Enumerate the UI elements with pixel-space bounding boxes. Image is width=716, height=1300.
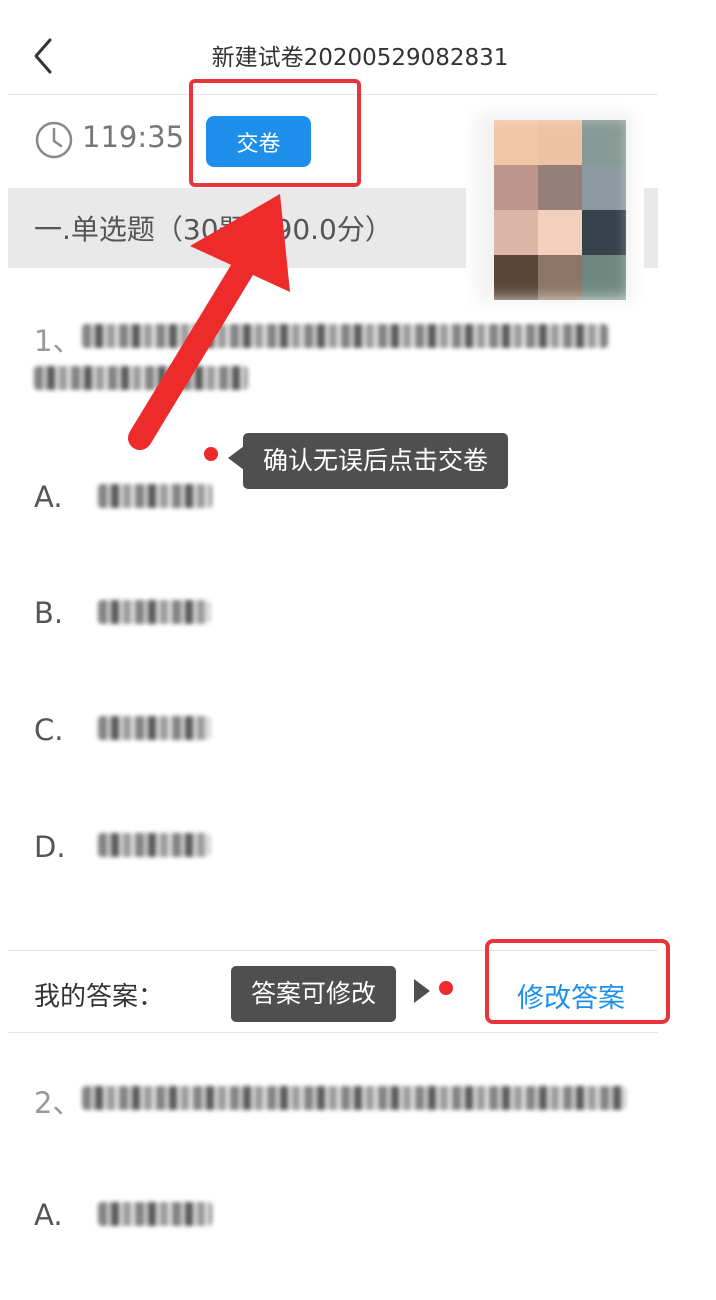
option-b-text-blurred[interactable] xyxy=(98,600,210,624)
option-c-text-blurred[interactable] xyxy=(98,716,210,740)
submit-hint-pointer xyxy=(228,446,244,470)
page-title: 新建试卷20200529082831 xyxy=(211,45,509,71)
edit-hint-dot xyxy=(439,981,453,995)
question-1-number: 1、 xyxy=(34,324,82,358)
submit-highlight-box xyxy=(189,79,361,187)
submit-hint-tooltip: 确认无误后点击交卷 xyxy=(243,433,509,489)
submit-hint-dot xyxy=(204,447,218,461)
q2-option-a-text-blurred[interactable] xyxy=(98,1202,212,1226)
option-b-label[interactable]: B. xyxy=(34,596,63,630)
question-2-number: 2、 xyxy=(34,1086,82,1120)
webcam-preview xyxy=(466,102,644,312)
option-c-label[interactable]: C. xyxy=(34,713,63,747)
countdown-timer: 119:35 xyxy=(82,120,185,154)
back-chevron-icon[interactable] xyxy=(26,36,62,76)
edit-hint-tooltip: 答案可修改 xyxy=(231,966,397,1022)
red-arrow-annotation xyxy=(128,194,290,450)
option-d-text-blurred[interactable] xyxy=(98,833,210,857)
question-2-text-blurred xyxy=(82,1086,626,1110)
clock-icon xyxy=(35,121,73,159)
option-a-text-blurred[interactable] xyxy=(98,484,212,508)
answer-bottom-divider xyxy=(8,1032,658,1033)
q2-option-a-label[interactable]: A. xyxy=(34,1198,63,1232)
my-answer-label: 我的答案： xyxy=(34,982,165,1012)
option-d-label[interactable]: D. xyxy=(34,830,66,864)
option-a-label[interactable]: A. xyxy=(34,480,63,514)
edit-answer-highlight-box xyxy=(485,939,670,1024)
edit-hint-pointer xyxy=(414,979,430,1003)
